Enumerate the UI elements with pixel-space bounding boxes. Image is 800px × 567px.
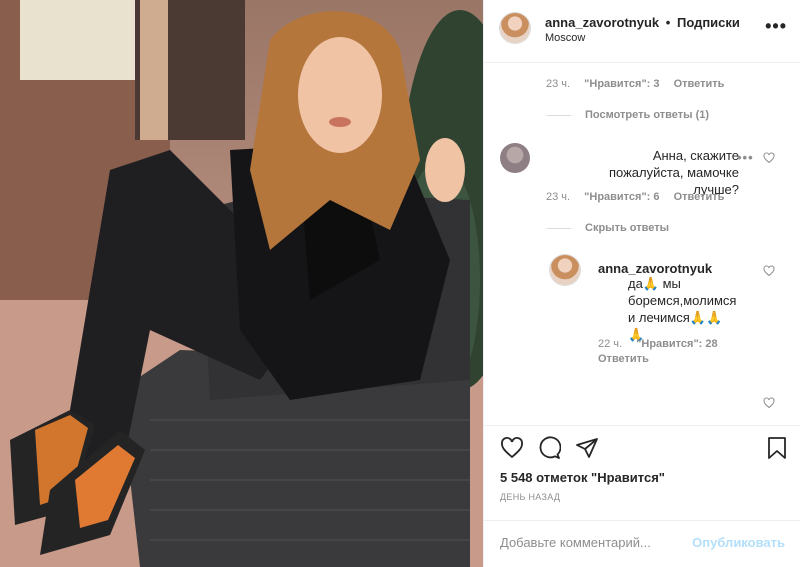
photo-door-light — [140, 0, 168, 140]
more-options-icon[interactable]: ••• — [765, 16, 787, 37]
reply-like-heart-icon[interactable] — [763, 265, 775, 277]
photo-face — [298, 37, 382, 153]
heart-icon[interactable] — [500, 436, 524, 460]
reply-author-avatar[interactable] — [550, 255, 580, 285]
comment-options-icon[interactable]: ••• — [737, 150, 754, 165]
paper-plane-icon[interactable] — [575, 436, 599, 460]
comment-input[interactable] — [500, 535, 690, 550]
author-line: anna_zavorotnyuk • Подписки — [545, 15, 740, 30]
comment-likes[interactable]: "Нравится": 3 — [584, 78, 659, 90]
separator-dot: • — [665, 15, 671, 30]
comment-meta: 23 ч. "Нравится": 6 Ответить — [546, 191, 735, 203]
reply-meta: 22 ч. "Нравится": 28 Ответить — [598, 337, 738, 367]
author-username[interactable]: anna_zavorotnyuk — [545, 15, 659, 30]
reply-text: да🙏 мы боремся,молимся и лечимся🙏🙏🙏 — [628, 276, 737, 342]
caption-like-heart-icon[interactable] — [763, 397, 775, 409]
reply-button[interactable]: Ответить — [674, 191, 725, 203]
publish-button[interactable]: Опубликовать — [692, 535, 785, 550]
post-photo-illustration — [0, 0, 483, 567]
post-date[interactable]: ДЕНЬ НАЗАД — [500, 492, 560, 502]
post-actions: 5 548 отметок "Нравится" ДЕНЬ НАЗАД Опуб… — [484, 425, 800, 567]
commenter-avatar[interactable] — [500, 143, 530, 173]
bookmark-icon[interactable] — [765, 436, 789, 460]
reply-username[interactable]: anna_zavorotnyuk — [598, 261, 712, 276]
comment-likes[interactable]: "Нравится": 6 — [584, 191, 659, 203]
comment-like-heart-icon[interactable] — [763, 152, 775, 164]
photo-hand — [425, 138, 465, 202]
reply-time[interactable]: 22 ч. — [598, 338, 622, 350]
comment-meta: 23 ч. "Нравится": 3 Ответить — [546, 78, 735, 90]
comment-time[interactable]: 23 ч. — [546, 191, 570, 203]
post-header: anna_zavorotnyuk • Подписки Moscow ••• — [484, 0, 800, 63]
likes-count[interactable]: 5 548 отметок "Нравится" — [500, 470, 665, 485]
reply-button[interactable]: Ответить — [674, 78, 725, 90]
comment-bubble-icon[interactable] — [537, 436, 561, 460]
post-photo[interactable] — [0, 0, 483, 567]
comment-time[interactable]: 23 ч. — [546, 78, 570, 90]
add-comment-bar: Опубликовать — [484, 520, 800, 567]
photo-lips — [329, 117, 351, 127]
reply-likes[interactable]: "Нравится": 28 — [636, 338, 717, 350]
view-replies-button[interactable]: Посмотреть ответы (1) — [547, 109, 709, 121]
post-location[interactable]: Moscow — [545, 32, 585, 44]
post-side-panel: anna_zavorotnyuk • Подписки Moscow ••• 2… — [483, 0, 800, 567]
author-avatar[interactable] — [500, 13, 530, 43]
following-button[interactable]: Подписки — [677, 15, 740, 30]
reply-reply-button[interactable]: Ответить — [598, 352, 727, 367]
hide-replies-button[interactable]: Скрыть ответы — [547, 222, 669, 234]
